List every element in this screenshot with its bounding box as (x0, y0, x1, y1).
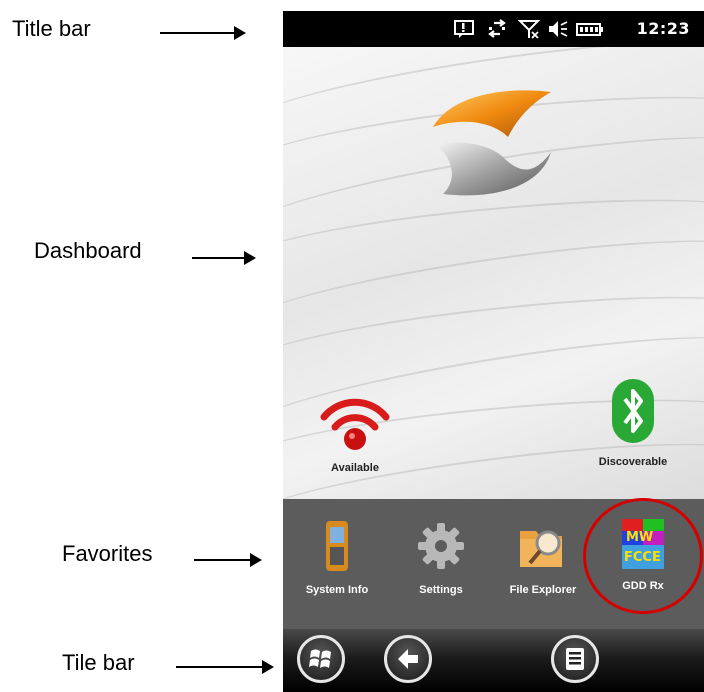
title-bar-arrow (160, 26, 246, 40)
speaker-icon[interactable] (547, 19, 569, 39)
favorites-callout: Favorites (62, 541, 153, 566)
start-button[interactable] (297, 635, 345, 683)
wifi-status-label: Available (331, 462, 379, 474)
favorite-file-explorer[interactable]: File Explorer (495, 519, 591, 596)
notification-icon[interactable] (453, 19, 475, 39)
menu-button[interactable] (551, 635, 599, 683)
tile-bar-arrow (176, 660, 274, 674)
bluetooth-status[interactable]: Discoverable (583, 377, 683, 468)
favorite-file-explorer-label: File Explorer (509, 584, 577, 596)
favorite-settings-label: Settings (419, 584, 463, 596)
dashboard-callout: Dashboard (34, 238, 142, 263)
sync-icon[interactable] (486, 19, 508, 39)
windows-start-icon (309, 649, 331, 668)
tile-bar-callout: Tile bar (62, 650, 135, 675)
dashboard-arrow (192, 251, 256, 265)
favorite-settings[interactable]: Settings (393, 519, 489, 596)
favorite-system-info-label: System Info (305, 584, 369, 596)
tile-bar (283, 629, 704, 692)
wifi-icon (320, 398, 390, 450)
gear-icon (418, 523, 464, 569)
app-logo (433, 90, 551, 196)
title-bar-callout: Title bar (12, 16, 91, 41)
device-icon (326, 521, 348, 571)
wifi-status[interactable]: Available (311, 387, 399, 474)
gdd-rx-highlight-circle (583, 498, 703, 614)
bluetooth-status-label: Discoverable (598, 456, 668, 468)
back-arrow-icon (398, 649, 418, 669)
favorites-arrow (194, 553, 262, 567)
bluetooth-icon (612, 379, 654, 443)
clock-time: 12:23 (636, 19, 690, 38)
back-button[interactable] (384, 635, 432, 683)
menu-icon (566, 648, 584, 670)
favorite-system-info[interactable]: System Info (289, 519, 385, 596)
dashboard: Available Discoverable (283, 47, 704, 499)
folder-search-icon (520, 530, 562, 567)
no-signal-icon[interactable] (518, 19, 540, 39)
title-bar: 12:23 (283, 11, 704, 47)
battery-icon[interactable] (576, 19, 604, 39)
